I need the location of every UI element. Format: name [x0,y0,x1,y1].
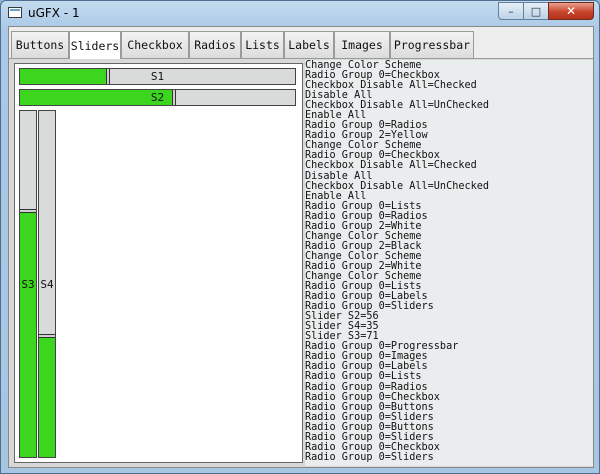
tab-images[interactable]: Images [334,31,390,58]
console-line: Radio Group 0=Sliders [305,451,434,463]
window-title: uGFX - 1 [28,6,80,20]
tab-progressbar[interactable]: Progressbar [390,31,474,58]
console-line: Radio Group 0=Lists [305,371,422,383]
tab-radios[interactable]: Radios [189,31,241,58]
maximize-button[interactable]: □ [523,2,549,20]
close-button[interactable]: ✕ [548,2,594,20]
slider-s4[interactable]: S4 [38,110,56,458]
console-line: Checkbox Disable All=Checked [305,160,477,172]
app-window: uGFX - 1 – □ ✕ Buttons Sliders Checkbox … [0,0,600,474]
tab-lists[interactable]: Lists [241,31,284,58]
slider-s1[interactable]: S1 [19,68,296,85]
tab-buttons[interactable]: Buttons [11,31,69,58]
event-log-console[interactable]: Change Color Scheme Radio Group 0=Checkbo… [305,60,593,466]
tab-checkbox[interactable]: Checkbox [121,31,189,58]
minimize-button[interactable]: – [498,2,524,20]
slider-s3-label: S3 [21,277,35,291]
slider-s2[interactable]: S2 [19,89,296,106]
slider-s3[interactable]: S3 [19,110,37,458]
tab-sliders[interactable]: Sliders [69,31,121,59]
slider-s2-label: S2 [150,91,165,104]
tab-labels[interactable]: Labels [284,31,334,58]
sliders-panel: S1 S2 S3 S4 [14,63,303,463]
client-area: Buttons Sliders Checkbox Radios Lists La… [8,26,594,468]
title-bar[interactable]: uGFX - 1 – □ ✕ [1,1,599,27]
tab-bar: Buttons Sliders Checkbox Radios Lists La… [9,27,593,59]
slider-s4-label: S4 [40,277,54,291]
slider-s1-label: S1 [150,70,165,83]
app-window-icon [8,7,22,18]
